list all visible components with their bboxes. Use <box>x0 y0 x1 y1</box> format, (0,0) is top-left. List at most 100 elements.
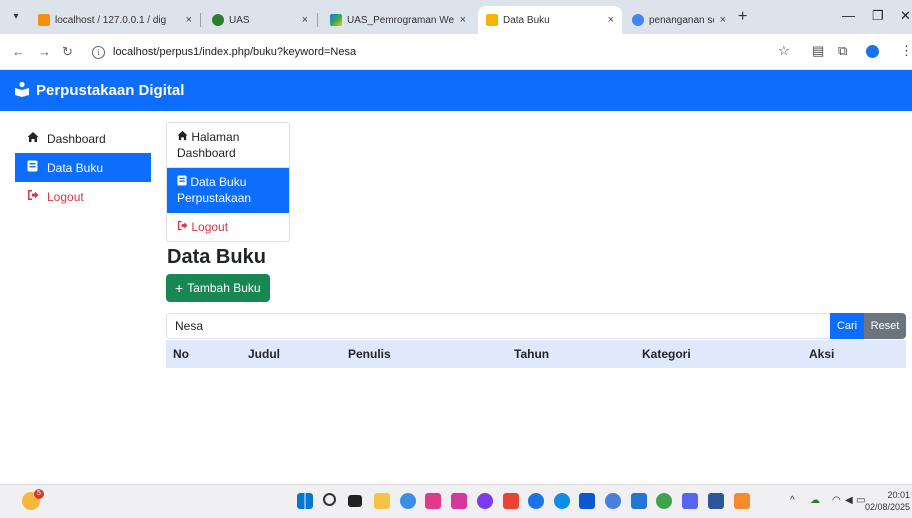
menu-list-group: Halaman Dashboard Data Buku Perpustakaan… <box>166 122 290 242</box>
google-icon <box>632 14 644 26</box>
photos-icon[interactable] <box>425 493 441 509</box>
column-header-tahun: Tahun <box>507 340 635 368</box>
start-icon[interactable] <box>297 493 313 509</box>
profile-avatar-icon[interactable] <box>866 45 879 58</box>
add-book-button[interactable]: + Tambah Buku <box>166 274 270 302</box>
reset-button[interactable]: Reset <box>864 313 906 339</box>
reload-icon[interactable]: ↻ <box>62 44 73 60</box>
tab-divider <box>200 13 201 27</box>
books-table: No Judul Penulis Tahun Kategori Aksi <box>166 340 906 368</box>
volume-icon[interactable]: ◀ <box>845 495 853 506</box>
new-tab-button[interactable]: + <box>738 8 747 26</box>
tab-close-icon[interactable]: × <box>720 14 726 26</box>
app-icon[interactable] <box>682 493 698 509</box>
close-window-icon[interactable]: ✕ <box>900 8 911 24</box>
tab-close-icon[interactable]: × <box>460 14 466 26</box>
reading-list-icon[interactable]: ▤ <box>812 43 824 59</box>
plus-icon: + <box>175 280 184 296</box>
tab-label: localhost / 127.0.0.1 / dig <box>55 14 167 26</box>
drive-icon <box>330 14 342 26</box>
tab-penanganan-session[interactable]: penanganan session ada × <box>624 6 734 34</box>
search-input[interactable] <box>166 313 830 339</box>
tab-phpmyadmin[interactable]: localhost / 127.0.0.1 / dig × <box>30 6 200 34</box>
task-view-icon[interactable] <box>348 495 362 507</box>
chevron-up-icon[interactable]: ^ <box>790 495 795 506</box>
menu-item-halaman-dashboard[interactable]: Halaman Dashboard <box>167 123 289 168</box>
edge-browser-icon[interactable] <box>554 493 570 509</box>
tab-label: penanganan session ada <box>649 14 714 26</box>
more-menu-icon[interactable]: ⋮ <box>900 43 912 59</box>
bookmark-star-icon[interactable]: ☆ <box>778 43 790 59</box>
tab-divider <box>317 13 318 27</box>
clock-date: 02/08/2025 <box>864 502 910 512</box>
chat-icon[interactable] <box>477 493 493 509</box>
browser-tab-strip: ▾ localhost / 127.0.0.1 / dig × UAS × UA… <box>0 0 912 34</box>
add-book-button-label: Tambah Buku <box>187 281 261 295</box>
sidebar: Dashboard Data Buku Logout <box>15 124 151 211</box>
sidebar-item-logout[interactable]: Logout <box>15 182 151 211</box>
minimize-icon[interactable]: — <box>842 8 855 23</box>
page-icon <box>486 14 498 26</box>
book-icon <box>27 160 41 175</box>
tab-close-icon[interactable]: × <box>186 14 192 26</box>
sidebar-item-dashboard[interactable]: Dashboard <box>15 124 151 153</box>
back-icon[interactable]: ← <box>12 44 25 59</box>
cloud-sync-icon[interactable]: ☁ <box>810 495 820 506</box>
clock-time: 20:01 <box>887 490 910 500</box>
table-header-row: No Judul Penulis Tahun Kategori Aksi <box>166 340 906 368</box>
address-bar[interactable]: i localhost/perpus1/index.php/buku?keywo… <box>92 40 792 64</box>
column-header-aksi: Aksi <box>802 340 906 368</box>
xampp-icon[interactable] <box>734 493 750 509</box>
column-header-no: No <box>166 340 241 368</box>
taskbar: 5 ^ ☁ ◠ ◀ ▭ 20:01 02/08/2025 <box>0 484 912 518</box>
search-form: Cari Reset <box>166 313 906 339</box>
column-header-penulis: Penulis <box>341 340 507 368</box>
tab-uas-pemrograman[interactable]: UAS_Pemrograman Web × <box>322 6 474 34</box>
site-info-icon[interactable]: i <box>92 45 105 59</box>
sidebar-item-data-buku[interactable]: Data Buku <box>15 153 151 182</box>
extensions-icon[interactable]: ⧉ <box>838 43 847 59</box>
uas-icon <box>212 14 224 26</box>
copilot-icon[interactable] <box>400 493 416 509</box>
sidebar-item-label: Logout <box>47 189 84 204</box>
menu-item-data-buku-perpustakaan[interactable]: Data Buku Perpustakaan <box>167 168 289 213</box>
tab-close-icon[interactable]: × <box>608 14 614 26</box>
tab-uas[interactable]: UAS × <box>204 6 316 34</box>
search-button[interactable]: Cari <box>830 313 864 339</box>
weather-widget-icon[interactable]: 5 <box>22 489 44 510</box>
book-icon <box>177 175 190 189</box>
video-editor-icon[interactable] <box>451 493 467 509</box>
sidebar-item-label: Data Buku <box>47 160 104 175</box>
gmail-icon[interactable] <box>503 493 519 509</box>
column-header-judul: Judul <box>241 340 341 368</box>
tab-search-icon[interactable]: ▾ <box>8 9 24 25</box>
logout-icon <box>27 189 41 204</box>
home-icon <box>27 131 41 146</box>
url-text: localhost/perpus1/index.php/buku?keyword… <box>113 46 357 58</box>
file-explorer-icon[interactable] <box>374 493 390 509</box>
browser-toolbar: ← → ↻ i localhost/perpus1/index.php/buku… <box>0 34 912 70</box>
node-icon[interactable] <box>656 493 672 509</box>
weather-badge: 5 <box>34 489 44 499</box>
vscode-icon[interactable] <box>631 493 647 509</box>
tab-label: UAS <box>229 14 250 26</box>
home-icon <box>177 130 191 144</box>
wifi-icon[interactable]: ◠ <box>832 495 841 506</box>
menu-item-logout[interactable]: Logout <box>167 213 289 241</box>
menu-item-label: Logout <box>191 220 229 234</box>
page-title: Data Buku <box>167 246 266 268</box>
messenger-icon[interactable] <box>528 493 544 509</box>
forward-icon[interactable]: → <box>38 44 51 59</box>
store-icon[interactable] <box>579 493 595 509</box>
chrome-icon[interactable] <box>605 493 621 509</box>
tab-label: UAS_Pemrograman Web <box>347 14 454 26</box>
tab-data-buku[interactable]: Data Buku × <box>478 6 622 34</box>
word-icon[interactable] <box>708 493 724 509</box>
logout-icon <box>177 220 191 234</box>
brand-title[interactable]: Perpustakaan Digital <box>36 82 184 99</box>
restore-icon[interactable]: ❐ <box>872 8 884 24</box>
system-clock[interactable]: 20:01 02/08/2025 <box>864 489 910 513</box>
reader-icon <box>14 81 30 101</box>
search-icon[interactable] <box>323 493 336 506</box>
tab-close-icon[interactable]: × <box>302 14 308 26</box>
